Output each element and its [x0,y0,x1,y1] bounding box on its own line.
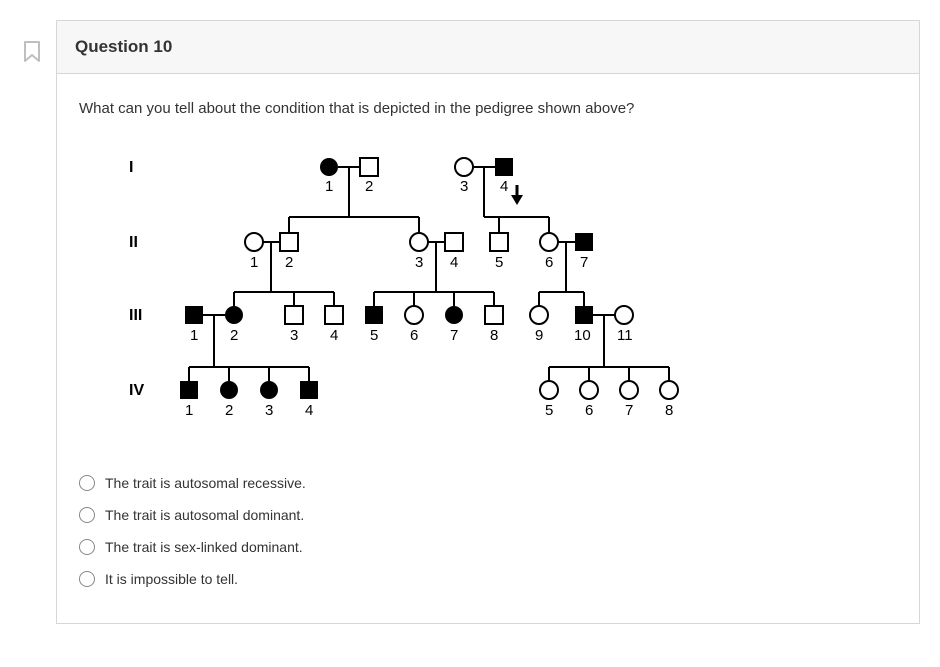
row-label-II: II [129,234,138,251]
row-label-III: III [129,307,142,324]
pedigree-III-11: 11 [615,306,633,344]
answer-options: The trait is autosomal recessive. The tr… [79,467,897,595]
svg-text:1: 1 [190,327,198,344]
option-d-label: It is impossible to tell. [105,571,238,587]
pedigree-III-2: 2 [225,306,243,344]
radio-d[interactable] [79,571,95,587]
svg-text:2: 2 [365,178,373,195]
svg-text:3: 3 [415,254,423,271]
question-header: Question 10 [57,21,919,74]
option-a-label: The trait is autosomal recessive. [105,475,306,491]
pedigree-I-3: 3 [455,158,473,195]
svg-text:7: 7 [625,402,633,419]
svg-text:4: 4 [305,402,313,419]
option-c[interactable]: The trait is sex-linked dominant. [79,531,897,563]
svg-text:4: 4 [450,254,458,271]
pedigree-III-10: 10 [574,306,593,344]
svg-text:3: 3 [265,402,273,419]
svg-text:2: 2 [285,254,293,271]
pedigree-IV-8: 8 [660,381,678,419]
svg-text:9: 9 [535,327,543,344]
row-label-I: I [129,159,133,176]
svg-text:7: 7 [450,327,458,344]
question-stem: What can you tell about the condition th… [79,100,897,117]
svg-text:6: 6 [410,327,418,344]
option-d[interactable]: It is impossible to tell. [79,563,897,595]
svg-text:2: 2 [230,327,238,344]
pedigree-figure: I 1 2 [119,147,897,437]
radio-c[interactable] [79,539,95,555]
pedigree-IV-2: 2 [220,381,238,419]
pedigree-III-6: 6 [405,306,423,344]
radio-b[interactable] [79,507,95,523]
radio-a[interactable] [79,475,95,491]
option-b[interactable]: The trait is autosomal dominant. [79,499,897,531]
svg-text:6: 6 [545,254,553,271]
svg-text:10: 10 [574,327,591,344]
arrow-down-icon [511,185,523,205]
pedigree-II-7: 7 [575,233,593,271]
pedigree-III-8: 8 [485,306,503,344]
svg-text:4: 4 [500,178,508,195]
svg-text:3: 3 [290,327,298,344]
pedigree-III-3: 3 [285,306,303,344]
pedigree-IV-3: 3 [260,381,278,419]
svg-text:5: 5 [545,402,553,419]
pedigree-III-5: 5 [365,306,383,344]
pedigree-III-1: 1 [185,306,203,344]
pedigree-IV-6: 6 [580,381,598,419]
pedigree-II-4: 4 [445,233,463,271]
pedigree-I-1: 1 [320,158,338,195]
svg-text:11: 11 [617,327,633,344]
svg-text:3: 3 [460,178,468,195]
svg-text:1: 1 [185,402,193,419]
row-label-IV: IV [129,382,144,399]
svg-text:5: 5 [370,327,378,344]
svg-text:5: 5 [495,254,503,271]
question-title: Question 10 [75,37,172,56]
pedigree-I-4: 4 [495,158,513,195]
pedigree-II-2: 2 [280,233,298,271]
svg-text:8: 8 [490,327,498,344]
svg-text:6: 6 [585,402,593,419]
option-a[interactable]: The trait is autosomal recessive. [79,467,897,499]
pedigree-II-5: 5 [490,233,508,271]
option-c-label: The trait is sex-linked dominant. [105,539,303,555]
pedigree-III-7: 7 [445,306,463,344]
svg-text:4: 4 [330,327,338,344]
pedigree-III-9: 9 [530,306,548,344]
pedigree-II-3: 3 [410,233,428,271]
svg-text:2: 2 [225,402,233,419]
pedigree-IV-4: 4 [300,381,318,419]
bookmark-icon[interactable] [20,20,44,64]
question-card: Question 10 What can you tell about the … [56,20,920,624]
pedigree-IV-7: 7 [620,381,638,419]
svg-text:1: 1 [325,178,333,195]
option-b-label: The trait is autosomal dominant. [105,507,304,523]
pedigree-IV-1: 1 [180,381,198,419]
pedigree-II-6: 6 [540,233,558,271]
svg-text:1: 1 [250,254,258,271]
svg-text:8: 8 [665,402,673,419]
question-body: What can you tell about the condition th… [57,74,919,623]
svg-text:7: 7 [580,254,588,271]
pedigree-II-1: 1 [245,233,263,271]
pedigree-IV-5: 5 [540,381,558,419]
pedigree-I-2: 2 [360,158,378,195]
pedigree-III-4: 4 [325,306,343,344]
